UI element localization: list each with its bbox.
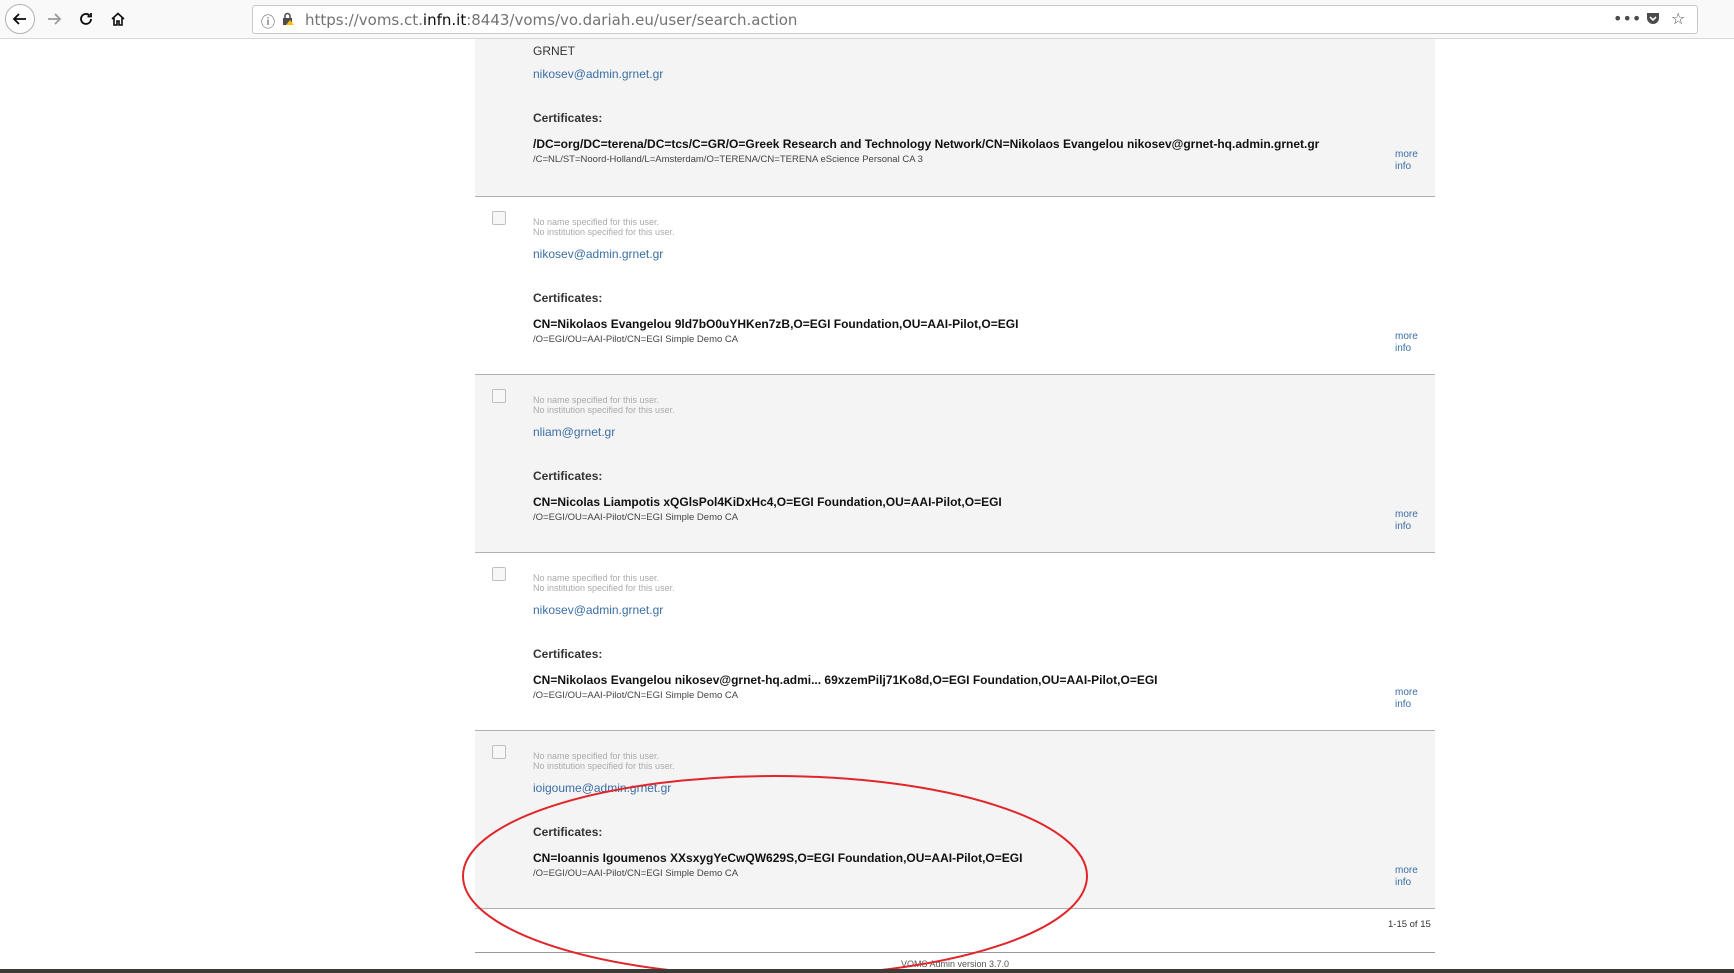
certificate-dn: CN=Nicolas Liampotis xQGlsPol4KiDxHc4,O=… (533, 495, 1002, 509)
highlight-ellipse (462, 775, 1088, 973)
page-content: GRNET nikosev@admin.grnet.gr Certificate… (0, 39, 1734, 973)
url-host: infn.it (422, 11, 467, 29)
pocket-icon[interactable] (1645, 10, 1661, 30)
url-suffix: :8443/voms/vo.dariah.eu/user/search.acti… (466, 11, 798, 29)
info-icon[interactable]: ⓘ (261, 12, 275, 32)
certificate-ca: /C=NL/ST=Noord-Holland/L=Amsterdam/O=TER… (533, 154, 923, 165)
no-institution-text: No institution specified for this user. (533, 227, 675, 237)
info-text: info (1395, 699, 1412, 710)
info-text: info (1395, 877, 1412, 888)
user-card: No name specified for this user. No inst… (475, 375, 1435, 553)
info-text: info (1395, 343, 1412, 354)
bookmark-star-icon[interactable]: ☆ (1671, 9, 1685, 28)
user-email-link[interactable]: nikosev@admin.grnet.gr (533, 603, 663, 617)
home-icon (111, 12, 125, 26)
more-info-link[interactable]: more info (1395, 865, 1425, 889)
browser-toolbar: ⓘ https://voms.ct.infn.it:8443/voms/vo.d… (0, 0, 1734, 39)
user-card: GRNET nikosev@admin.grnet.gr Certificate… (475, 39, 1435, 197)
no-institution-text: No institution specified for this user. (533, 761, 675, 771)
reload-icon (80, 13, 92, 25)
certificates-label: Certificates: (533, 111, 603, 125)
desktop-bottom-edge (0, 969, 1734, 973)
arrow-right-icon (48, 13, 62, 25)
user-select-checkbox[interactable] (492, 567, 506, 581)
more-info-link[interactable]: more info (1395, 687, 1425, 711)
more-info-link[interactable]: more info (1395, 331, 1425, 355)
no-name-text: No name specified for this user. (533, 395, 660, 405)
pagination-status: 1-15 of 15 (1388, 919, 1431, 930)
certificate-dn: /DC=org/DC=terena/DC=tcs/C=GR/O=Greek Re… (533, 137, 1320, 151)
user-select-checkbox[interactable] (492, 211, 506, 225)
user-email-link[interactable]: nikosev@admin.grnet.gr (533, 247, 663, 261)
institution-text: GRNET (533, 44, 575, 58)
user-card: No name specified for this user. No inst… (475, 553, 1435, 731)
more-text: more (1395, 331, 1418, 342)
more-info-link[interactable]: more info (1395, 149, 1425, 173)
info-text: info (1395, 521, 1412, 532)
back-button[interactable] (5, 4, 35, 34)
more-text: more (1395, 149, 1418, 160)
more-text: more (1395, 509, 1418, 520)
user-select-checkbox[interactable] (492, 389, 506, 403)
url-prefix: https://voms.ct. (305, 11, 423, 29)
arrow-left-icon (12, 13, 26, 25)
forward-button[interactable] (40, 5, 68, 33)
url-text[interactable]: https://voms.ct.infn.it:8443/voms/vo.dar… (305, 11, 797, 29)
certificate-ca: /O=EGI/OU=AAI-Pilot/CN=EGI Simple Demo C… (533, 334, 739, 345)
address-bar[interactable]: ⓘ https://voms.ct.infn.it:8443/voms/vo.d… (252, 5, 1698, 34)
certificate-dn: CN=Nikolaos Evangelou nikosev@grnet-hq.a… (533, 673, 1158, 687)
more-text: more (1395, 865, 1418, 876)
no-institution-text: No institution specified for this user. (533, 405, 675, 415)
reload-button[interactable] (72, 5, 100, 33)
more-text: more (1395, 687, 1418, 698)
no-institution-text: No institution specified for this user. (533, 583, 675, 593)
user-email-link[interactable]: nliam@grnet.gr (533, 425, 615, 439)
certificate-dn: CN=Nikolaos Evangelou 9ld7bO0uYHKen7zB,O… (533, 317, 1019, 331)
no-name-text: No name specified for this user. (533, 751, 660, 761)
user-card: No name specified for this user. No inst… (475, 197, 1435, 375)
info-text: info (1395, 161, 1412, 172)
certificates-label: Certificates: (533, 469, 603, 483)
user-select-checkbox[interactable] (492, 745, 506, 759)
page-actions-icon[interactable]: ••• (1613, 9, 1641, 28)
certificates-label: Certificates: (533, 291, 603, 305)
more-info-link[interactable]: more info (1395, 509, 1425, 533)
certificates-label: Certificates: (533, 647, 603, 661)
no-name-text: No name specified for this user. (533, 217, 660, 227)
certificate-ca: /O=EGI/OU=AAI-Pilot/CN=EGI Simple Demo C… (533, 512, 739, 523)
certificate-ca: /O=EGI/OU=AAI-Pilot/CN=EGI Simple Demo C… (533, 690, 739, 701)
no-name-text: No name specified for this user. (533, 573, 660, 583)
home-button[interactable] (104, 5, 132, 33)
user-email-link[interactable]: nikosev@admin.grnet.gr (533, 67, 663, 81)
insecure-lock-icon[interactable] (281, 12, 295, 30)
